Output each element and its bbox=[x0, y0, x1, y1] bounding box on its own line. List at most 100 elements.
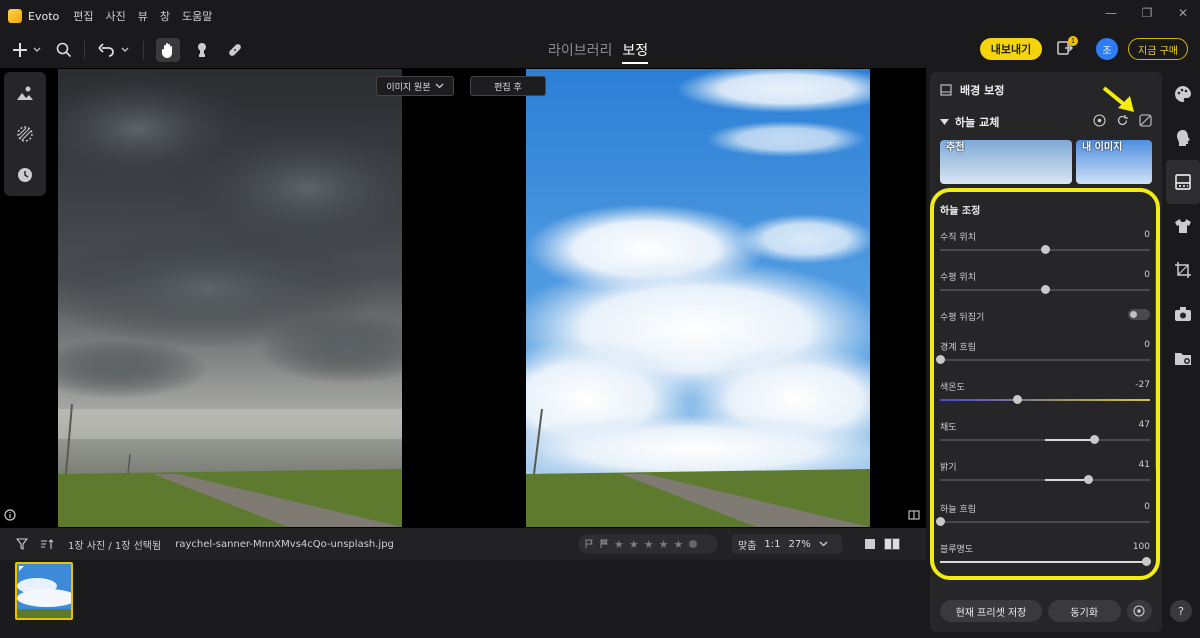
camera-tab[interactable] bbox=[1166, 292, 1200, 336]
shirt-icon bbox=[1175, 219, 1191, 233]
sync-button[interactable]: 동기화 bbox=[1047, 600, 1121, 622]
background-icon bbox=[940, 84, 952, 96]
star-3[interactable]: ★ bbox=[644, 538, 654, 551]
background-grid-icon bbox=[1175, 174, 1191, 190]
right-tool-strip bbox=[1166, 72, 1200, 638]
photo-thumbnail[interactable] bbox=[15, 562, 73, 620]
sky-presets: 추천 내 이미지 bbox=[940, 140, 1152, 184]
edited-photo bbox=[526, 69, 870, 527]
app-window: Evoto 편집 사진 뷰 창 도움말 — ❐ ✕ 라이브러리 보정 내보내기 … bbox=[0, 0, 1200, 638]
zoom-fit-button[interactable]: 맞춤 bbox=[738, 537, 756, 552]
plus-icon bbox=[13, 43, 41, 57]
undo-icon bbox=[98, 43, 129, 57]
caret-down-icon bbox=[940, 118, 949, 125]
close-icon[interactable]: ✕ bbox=[1176, 6, 1190, 20]
star-1[interactable]: ★ bbox=[614, 538, 624, 551]
section-actions bbox=[1093, 114, 1152, 127]
tab-retouch[interactable]: 보정 bbox=[622, 40, 649, 64]
zoom-percent[interactable]: 27% bbox=[789, 539, 811, 550]
reset-icon[interactable] bbox=[1116, 114, 1129, 127]
history-icon[interactable] bbox=[16, 166, 34, 184]
menu-help[interactable]: 도움말 bbox=[182, 8, 212, 24]
restore-icon[interactable]: ❐ bbox=[1140, 6, 1154, 20]
camera-icon bbox=[1175, 307, 1191, 321]
toolbar-divider bbox=[143, 41, 144, 59]
compare-dropdown[interactable]: 이미지 원본 bbox=[376, 76, 454, 96]
panel-footer: 현재 프리셋 저장 동기화 bbox=[940, 600, 1152, 622]
sync-settings-button[interactable] bbox=[1126, 600, 1152, 622]
undo-button[interactable] bbox=[97, 37, 131, 63]
filter-icon[interactable] bbox=[16, 538, 28, 550]
settings-circle-icon bbox=[1133, 605, 1145, 617]
menu-photo[interactable]: 사진 bbox=[105, 8, 125, 24]
minimize-icon[interactable]: — bbox=[1104, 6, 1118, 20]
chevron-down-icon[interactable] bbox=[819, 541, 828, 547]
panel-header: 배경 보정 bbox=[940, 82, 1004, 98]
texture-icon[interactable] bbox=[16, 125, 34, 143]
buy-now-button[interactable]: 지금 구매 bbox=[1128, 38, 1188, 60]
hand-tool-button[interactable] bbox=[156, 38, 180, 62]
color-label-icon[interactable] bbox=[688, 539, 698, 549]
menu-edit[interactable]: 편집 bbox=[73, 8, 93, 24]
color-palette-tab[interactable] bbox=[1166, 72, 1200, 116]
panel-title: 배경 보정 bbox=[960, 84, 1005, 97]
sky-preset-label: 내 이미지 bbox=[1082, 142, 1123, 153]
highlight-annotation bbox=[930, 188, 1160, 580]
before-after-view-icon[interactable] bbox=[884, 538, 900, 550]
face-tab[interactable] bbox=[1166, 116, 1200, 160]
notification-badge: 1 bbox=[1068, 36, 1078, 46]
info-icon[interactable] bbox=[4, 509, 16, 521]
sky-preset-recommended[interactable]: 추천 bbox=[940, 140, 1072, 184]
zoom-one-to-one-button[interactable]: 1:1 bbox=[764, 539, 780, 550]
menu-view[interactable]: 뷰 bbox=[138, 8, 148, 24]
star-4[interactable]: ★ bbox=[659, 538, 669, 551]
tab-library[interactable]: 라이브러리 bbox=[548, 40, 612, 64]
view-tabs: 라이브러리 보정 bbox=[548, 40, 649, 64]
save-preset-button[interactable]: 현재 프리셋 저장 bbox=[940, 600, 1042, 622]
star-5[interactable]: ★ bbox=[674, 538, 684, 551]
sky-preset-label: 추천 bbox=[946, 142, 965, 153]
sky-replace-header[interactable]: 하늘 교체 bbox=[940, 114, 1152, 130]
photo-canvas[interactable]: 이미지 원본 편집 후 bbox=[0, 68, 926, 528]
split-view-icon[interactable] bbox=[908, 509, 920, 521]
menu-window[interactable]: 창 bbox=[160, 8, 170, 24]
crop-icon bbox=[1175, 262, 1191, 278]
left-tool-strip bbox=[4, 72, 46, 196]
flag-icon[interactable] bbox=[584, 539, 594, 549]
stamp-icon bbox=[198, 43, 206, 57]
blue-sky-image bbox=[526, 69, 870, 527]
user-avatar[interactable]: 조 bbox=[1096, 38, 1118, 60]
sky-preset-my-images[interactable]: 내 이미지 bbox=[1076, 140, 1152, 184]
crop-tab[interactable] bbox=[1166, 248, 1200, 292]
background-tab[interactable] bbox=[1166, 160, 1200, 204]
help-button[interactable]: ? bbox=[1170, 600, 1192, 622]
rating-bar: ★ ★ ★ ★ ★ bbox=[578, 534, 718, 554]
sort-icon[interactable] bbox=[40, 538, 54, 550]
after-label-pill: 편집 후 bbox=[470, 76, 546, 96]
add-menu-button[interactable] bbox=[12, 37, 42, 63]
single-view-icon[interactable] bbox=[864, 538, 876, 550]
bandage-tool-button[interactable] bbox=[226, 37, 244, 63]
after-label: 편집 후 bbox=[494, 82, 522, 93]
export-button[interactable]: 내보내기 bbox=[980, 38, 1042, 60]
stamp-tool-button[interactable] bbox=[194, 37, 210, 63]
star-2[interactable]: ★ bbox=[629, 538, 639, 551]
toolbar-divider bbox=[84, 41, 85, 59]
storm-sky-image bbox=[58, 69, 402, 527]
menu-bar: 편집 사진 뷰 창 도움말 bbox=[73, 8, 212, 24]
folder-tab[interactable] bbox=[1166, 336, 1200, 380]
reject-flag-icon[interactable] bbox=[599, 539, 609, 549]
file-name: raychel-sanner-MnnXMvs4cQo-unsplash.jpg bbox=[175, 538, 394, 550]
toolbar: 라이브러리 보정 내보내기 1 조 지금 구매 bbox=[0, 32, 1200, 68]
evoto-logo-icon bbox=[8, 9, 22, 23]
portrait-adjust-icon[interactable] bbox=[16, 84, 34, 102]
arrow-annotation-icon bbox=[1102, 86, 1134, 112]
clothing-tab[interactable] bbox=[1166, 204, 1200, 248]
bandage-icon bbox=[229, 44, 241, 56]
search-button[interactable] bbox=[56, 37, 72, 63]
disable-icon[interactable] bbox=[1139, 114, 1152, 127]
original-photo bbox=[58, 69, 402, 527]
eye-icon[interactable] bbox=[1093, 114, 1106, 127]
thumbnail-image bbox=[17, 564, 71, 618]
chevron-down-icon bbox=[435, 83, 444, 89]
